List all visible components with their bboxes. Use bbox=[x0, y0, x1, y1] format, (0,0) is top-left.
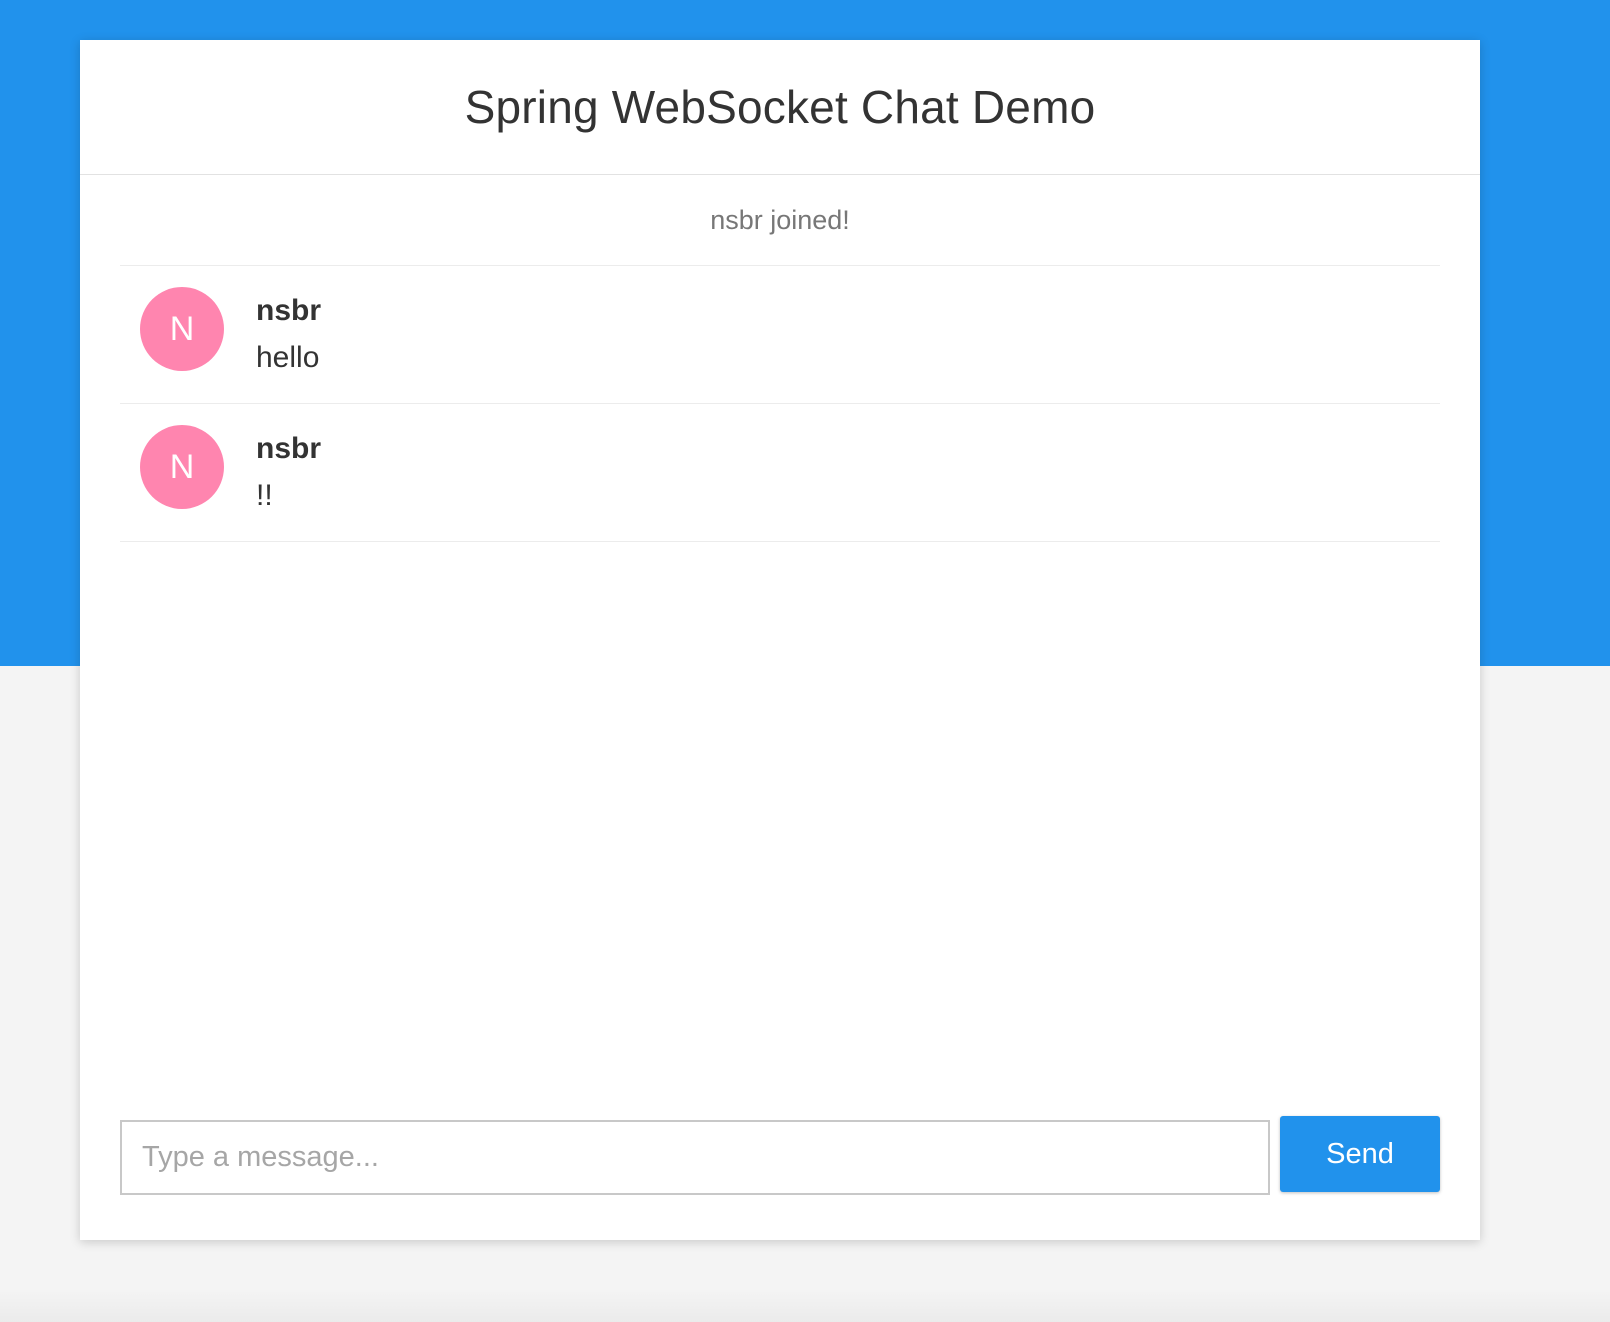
message-form: Send bbox=[120, 1116, 1440, 1195]
message-content: hello bbox=[256, 341, 320, 374]
message-input[interactable] bbox=[120, 1120, 1270, 1195]
chat-page: Spring WebSocket Chat Demo nsbr joined! … bbox=[80, 40, 1480, 1240]
chat-header: Spring WebSocket Chat Demo bbox=[80, 40, 1480, 175]
page-title: Spring WebSocket Chat Demo bbox=[464, 81, 1096, 133]
avatar: N bbox=[140, 425, 224, 509]
chat-message: N nsbr hello bbox=[120, 266, 1440, 404]
message-content: !! bbox=[256, 479, 273, 512]
send-button[interactable]: Send bbox=[1280, 1116, 1440, 1192]
message-sender: nsbr bbox=[256, 294, 322, 327]
message-area: nsbr joined! N nsbr hello N nsbr !! bbox=[120, 175, 1440, 542]
avatar: N bbox=[140, 287, 224, 371]
event-message: nsbr joined! bbox=[120, 175, 1440, 266]
chat-message: N nsbr !! bbox=[120, 404, 1440, 542]
message-sender: nsbr bbox=[256, 432, 322, 465]
page-bottom-shade bbox=[0, 1290, 1610, 1322]
